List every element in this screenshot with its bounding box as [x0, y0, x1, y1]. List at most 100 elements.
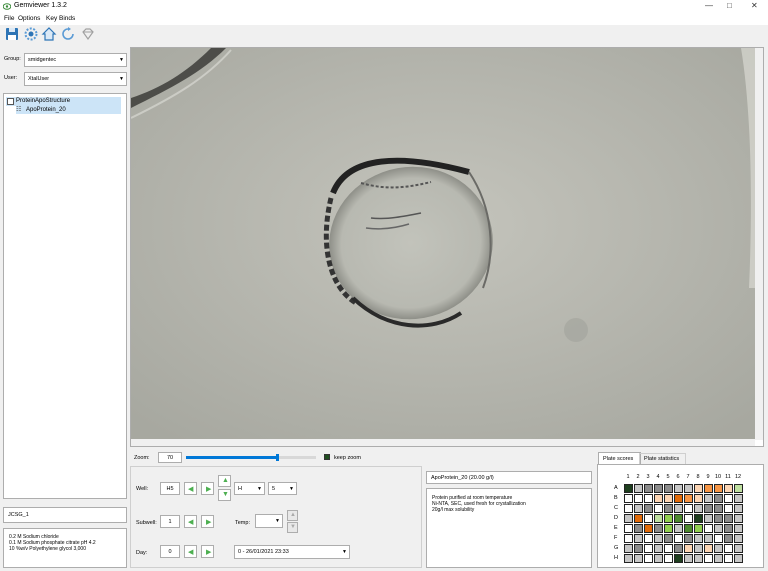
plate-well-B3[interactable] [644, 494, 653, 503]
subwell-prev-button[interactable]: ◀ [184, 515, 197, 528]
user-select[interactable]: XtalUser ▼ [24, 72, 127, 86]
row-select[interactable]: H ▼ [234, 482, 265, 495]
plate-well-C7[interactable] [684, 504, 693, 513]
row-down-button[interactable]: ▼ [218, 489, 231, 501]
plate-well-F1[interactable] [624, 534, 633, 543]
plate-well-H6[interactable] [674, 554, 683, 563]
menu-options[interactable]: Options [18, 15, 40, 22]
plate-well-E12[interactable] [734, 524, 743, 533]
zoom-slider[interactable] [186, 454, 316, 461]
plate-well-A1[interactable] [624, 484, 633, 493]
plate-well-B11[interactable] [724, 494, 733, 503]
plate-well-G2[interactable] [634, 544, 643, 553]
plate-well-G9[interactable] [704, 544, 713, 553]
plate-well-C5[interactable] [664, 504, 673, 513]
plate-well-D12[interactable] [734, 514, 743, 523]
plate-well-C4[interactable] [654, 504, 663, 513]
menu-key-binds[interactable]: Key Binds [46, 15, 75, 22]
plate-well-D9[interactable] [704, 514, 713, 523]
plate-well-B4[interactable] [654, 494, 663, 503]
temp-select[interactable]: ▼ [255, 514, 283, 528]
plate-well-H8[interactable] [694, 554, 703, 563]
zoom-input[interactable]: 70 [158, 452, 182, 463]
plate-well-A4[interactable] [654, 484, 663, 493]
plate-well-A3[interactable] [644, 484, 653, 493]
plate-well-H4[interactable] [654, 554, 663, 563]
subwell-next-button[interactable]: ▶ [201, 515, 214, 528]
plate-well-H7[interactable] [684, 554, 693, 563]
plate-well-F3[interactable] [644, 534, 653, 543]
date-select[interactable]: 0 - 26/01/2021 23:33 ▼ [234, 545, 350, 559]
plate-well-G4[interactable] [654, 544, 663, 553]
day-input[interactable]: 0 [160, 545, 180, 558]
well-prev-button[interactable]: ◀ [184, 482, 197, 495]
plate-well-H10[interactable] [714, 554, 723, 563]
plate-well-H1[interactable] [624, 554, 633, 563]
close-icon[interactable]: ✕ [751, 1, 758, 10]
plate-well-F8[interactable] [694, 534, 703, 543]
plate-well-A7[interactable] [684, 484, 693, 493]
plate-well-F4[interactable] [654, 534, 663, 543]
column-select[interactable]: 5 ▼ [268, 482, 297, 495]
plate-well-E4[interactable] [654, 524, 663, 533]
plate-well-D1[interactable] [624, 514, 633, 523]
plate-well-D4[interactable] [654, 514, 663, 523]
plate-well-D5[interactable] [664, 514, 673, 523]
plate-well-E2[interactable] [634, 524, 643, 533]
tree-item-child[interactable]: ☷ ApoProtein_20 [16, 106, 121, 114]
plate-well-A10[interactable] [714, 484, 723, 493]
plate-well-A12[interactable] [734, 484, 743, 493]
plate-well-C11[interactable] [724, 504, 733, 513]
plate-well-G5[interactable] [664, 544, 673, 553]
minimize-icon[interactable]: — [705, 1, 713, 10]
plate-well-B9[interactable] [704, 494, 713, 503]
image-viewport[interactable] [130, 47, 764, 447]
plate-well-G3[interactable] [644, 544, 653, 553]
plate-well-F6[interactable] [674, 534, 683, 543]
plate-well-E1[interactable] [624, 524, 633, 533]
plate-well-E11[interactable] [724, 524, 733, 533]
plate-well-G1[interactable] [624, 544, 633, 553]
plate-well-C3[interactable] [644, 504, 653, 513]
plate-well-H2[interactable] [634, 554, 643, 563]
protein-name-field[interactable]: ApoProtein_20 (20.00 g/l) [426, 471, 592, 484]
maximize-icon[interactable]: □ [727, 1, 732, 10]
plate-well-E5[interactable] [664, 524, 673, 533]
protein-notes[interactable]: Protein purified at room temperature Ni-… [426, 488, 592, 568]
plate-well-D6[interactable] [674, 514, 683, 523]
plate-well-D8[interactable] [694, 514, 703, 523]
plate-well-B8[interactable] [694, 494, 703, 503]
plate-well-C1[interactable] [624, 504, 633, 513]
plate-well-B7[interactable] [684, 494, 693, 503]
plate-well-C12[interactable] [734, 504, 743, 513]
plate-well-H3[interactable] [644, 554, 653, 563]
zoom-slider-thumb[interactable] [276, 454, 279, 461]
row-up-button[interactable]: ▲ [218, 475, 231, 487]
plate-well-C10[interactable] [714, 504, 723, 513]
vertical-scrollbar[interactable] [755, 48, 763, 440]
well-input[interactable]: H5 [160, 482, 180, 495]
plate-well-G7[interactable] [684, 544, 693, 553]
plate-well-B5[interactable] [664, 494, 673, 503]
plate-well-E10[interactable] [714, 524, 723, 533]
plate-well-F12[interactable] [734, 534, 743, 543]
plate-well-C2[interactable] [634, 504, 643, 513]
plate-well-A8[interactable] [694, 484, 703, 493]
plate-well-E7[interactable] [684, 524, 693, 533]
plate-well-F7[interactable] [684, 534, 693, 543]
plate-well-B12[interactable] [734, 494, 743, 503]
plate-well-F2[interactable] [634, 534, 643, 543]
plate-well-A2[interactable] [634, 484, 643, 493]
tree-item-root[interactable]: ProteinApoStructure [6, 97, 121, 106]
plate-well-G6[interactable] [674, 544, 683, 553]
plate-well-G11[interactable] [724, 544, 733, 553]
plate-well-G10[interactable] [714, 544, 723, 553]
day-prev-button[interactable]: ◀ [184, 545, 197, 558]
plate-well-A11[interactable] [724, 484, 733, 493]
home-icon[interactable] [41, 26, 57, 42]
plate-well-C9[interactable] [704, 504, 713, 513]
plate-well-E3[interactable] [644, 524, 653, 533]
plate-well-E9[interactable] [704, 524, 713, 533]
temp-down-button[interactable]: ▼ [287, 522, 298, 533]
plate-well-H5[interactable] [664, 554, 673, 563]
